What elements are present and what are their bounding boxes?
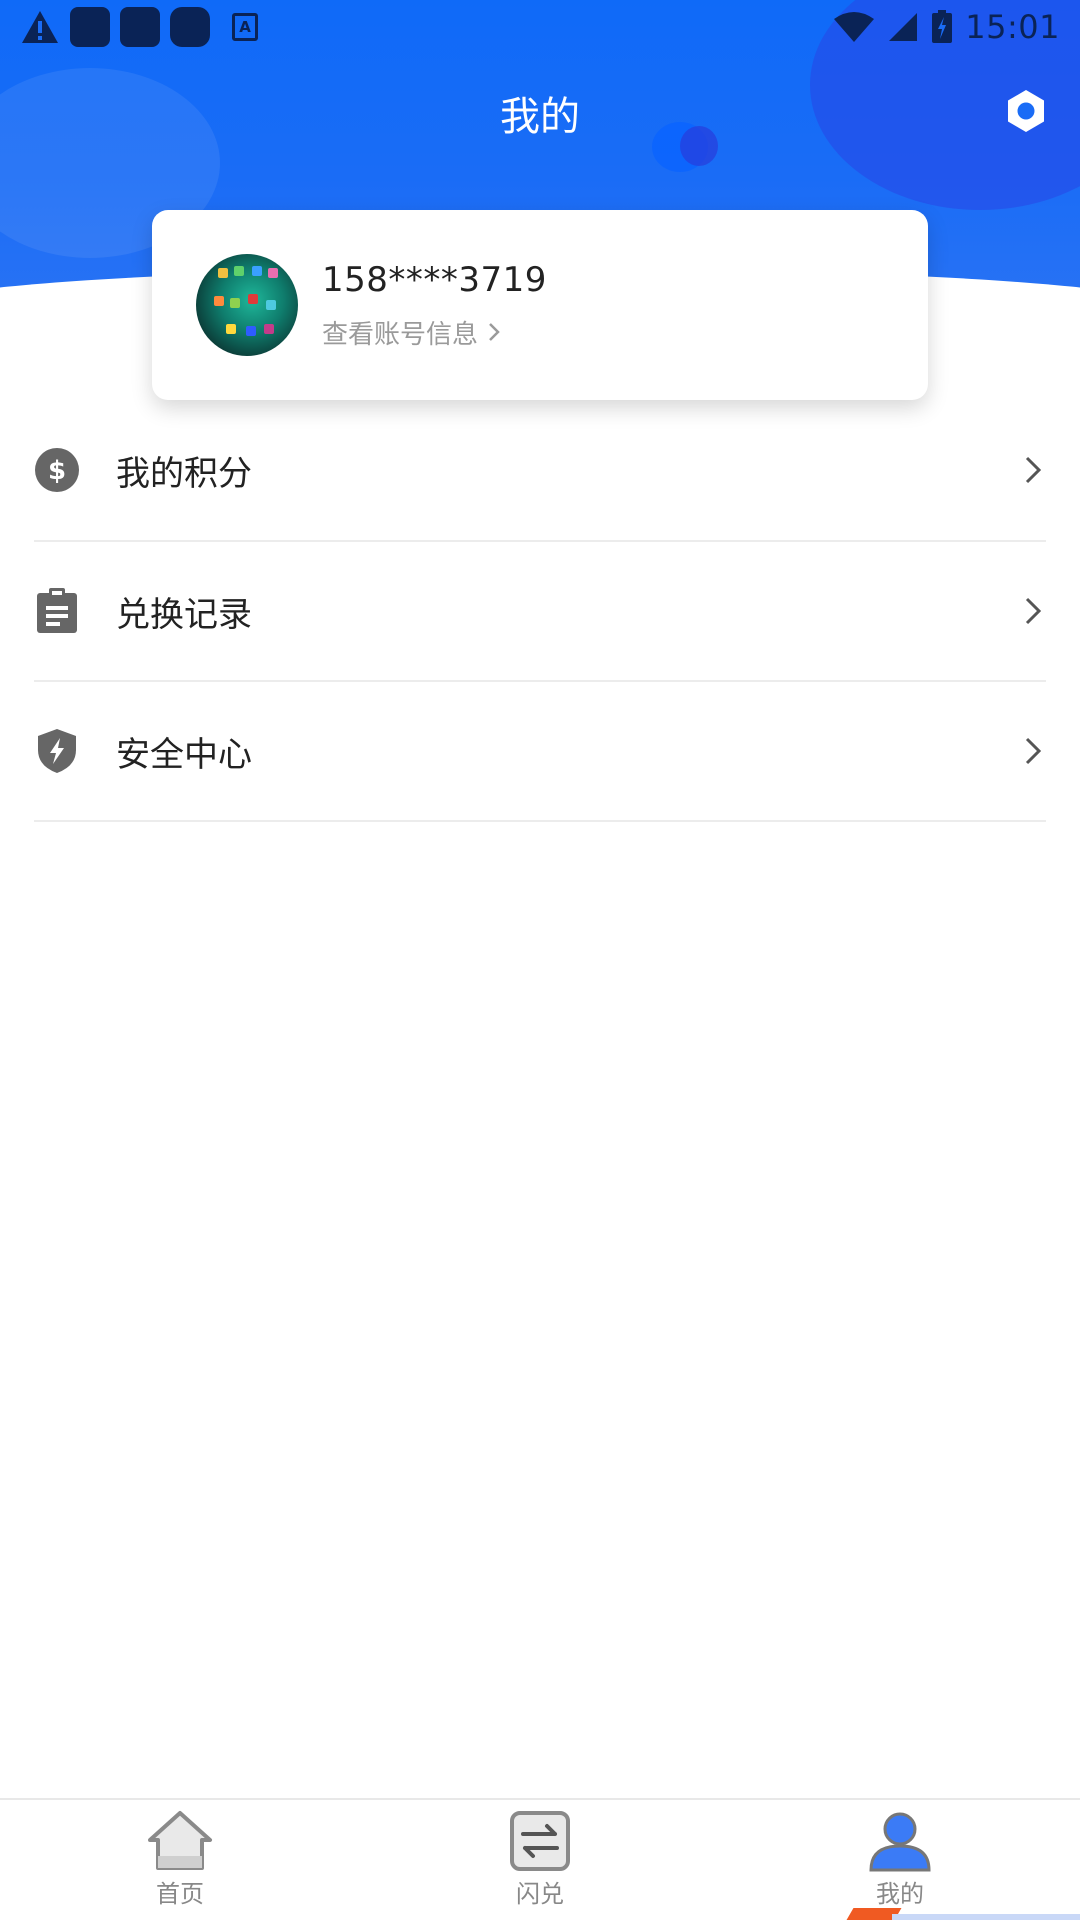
phone-number: 158****3719	[322, 259, 547, 300]
notification-icons: A	[20, 7, 258, 47]
chevron-right-icon	[1024, 596, 1042, 626]
wifi-icon	[834, 12, 875, 42]
settings-icon	[1008, 90, 1044, 132]
menu-item-label: 兑换记录	[116, 594, 252, 635]
account-link-label: 查看账号信息	[322, 319, 479, 350]
battery-icon	[932, 10, 953, 43]
bottom-nav: 首页 闪兑 我的	[0, 1798, 1080, 1920]
profile-card[interactable]: 158****3719 查看账号信息	[152, 210, 928, 400]
chevron-right-icon	[1024, 455, 1042, 485]
menu-item-exchange-records[interactable]: 兑换记录	[34, 542, 1046, 682]
menu-item-label: 安全中心	[116, 734, 252, 775]
menu-item-points[interactable]: $ 我的积分	[34, 400, 1046, 542]
home-icon	[148, 1811, 212, 1870]
decorative-line	[892, 1914, 1080, 1920]
dollar-coin-icon: $	[34, 447, 80, 493]
app-notification-icon	[120, 7, 160, 47]
app-notification-icon	[70, 7, 110, 47]
settings-button[interactable]	[1000, 85, 1052, 137]
chevron-right-icon	[1024, 736, 1042, 766]
nav-item-mine[interactable]: 我的	[720, 1800, 1080, 1920]
svg-text:$: $	[48, 456, 66, 486]
clipboard-icon	[34, 588, 80, 634]
menu-list: $ 我的积分 兑换记录 安全中心	[34, 400, 1046, 822]
page-title: 我的	[500, 94, 580, 140]
view-account-info-link[interactable]: 查看账号信息	[322, 314, 547, 351]
user-icon	[869, 1812, 931, 1872]
system-status: 15:01	[833, 8, 1060, 46]
nav-label: 闪兑	[516, 1880, 564, 1908]
exchange-icon	[510, 1811, 570, 1871]
avatar[interactable]	[196, 254, 298, 356]
status-time: 15:01	[965, 8, 1060, 46]
keyboard-icon: A	[232, 13, 258, 41]
menu-item-label: 我的积分	[116, 453, 252, 494]
chevron-right-icon	[489, 323, 500, 341]
app-notification-icon	[170, 7, 210, 47]
nav-label: 我的	[876, 1880, 924, 1908]
shield-bolt-icon	[34, 728, 80, 774]
status-bar: A 15:01	[0, 0, 1080, 54]
nav-item-home[interactable]: 首页	[0, 1800, 360, 1920]
nav-item-flash-exchange[interactable]: 闪兑	[360, 1800, 720, 1920]
nav-label: 首页	[156, 1880, 204, 1908]
signal-icon	[889, 13, 918, 41]
profile-info: 158****3719 查看账号信息	[322, 260, 547, 351]
warning-icon	[22, 11, 58, 43]
menu-item-security-center[interactable]: 安全中心	[34, 682, 1046, 822]
